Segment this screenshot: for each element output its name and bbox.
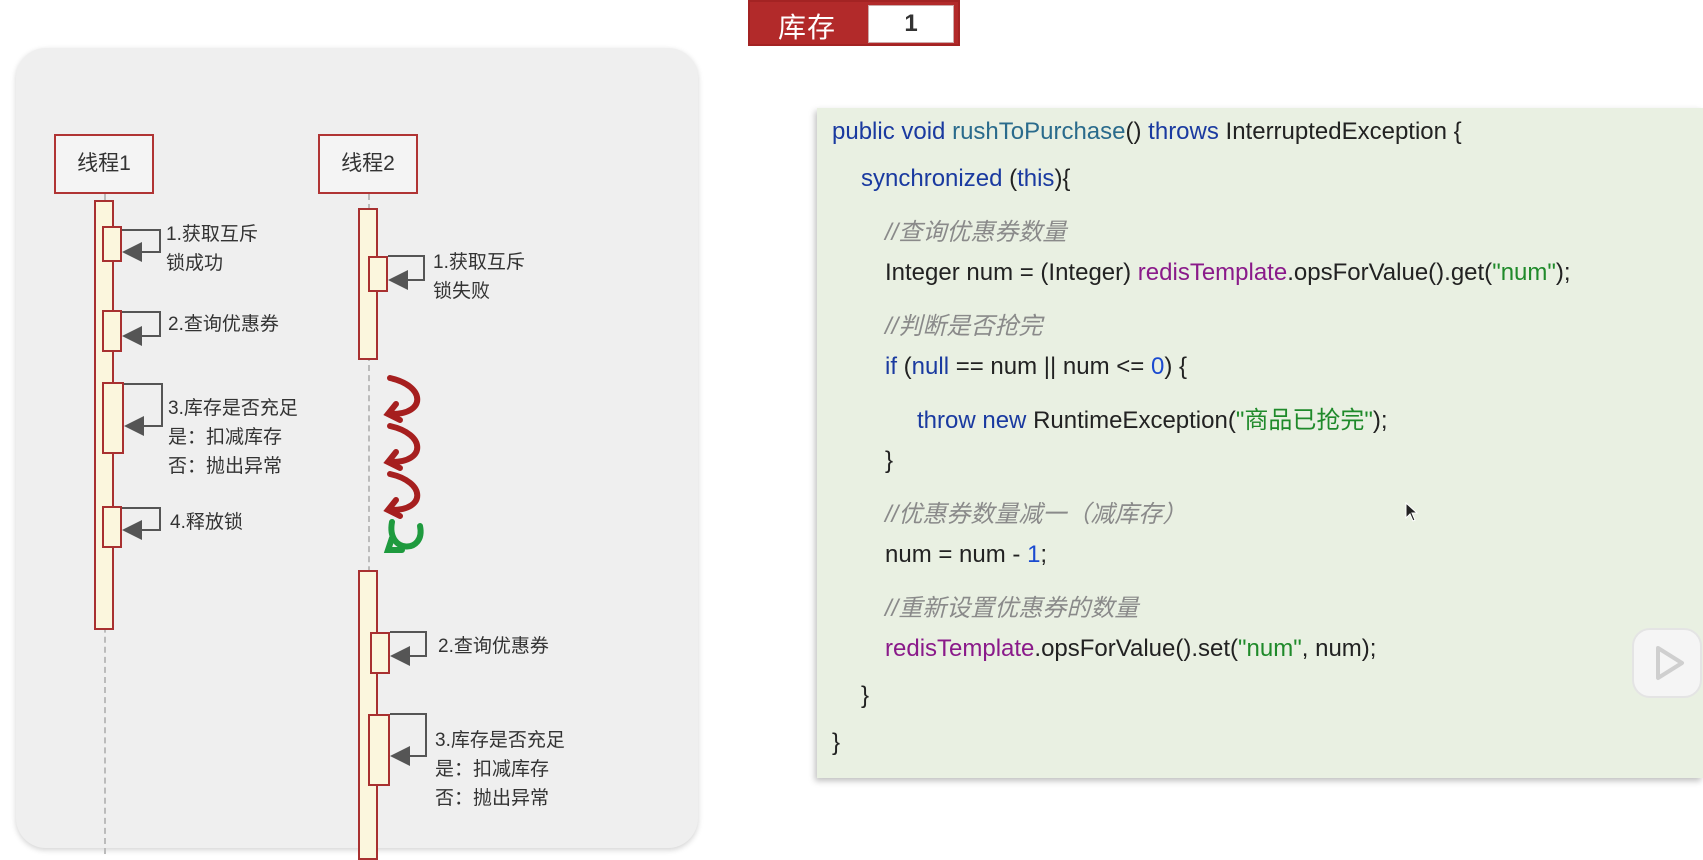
code-token: RuntimeException(: [1033, 407, 1236, 434]
code-line: //判断是否抢完: [885, 306, 1042, 341]
code-token: "num": [1238, 635, 1302, 662]
code-token: //重新设置优惠券的数量: [885, 595, 1139, 622]
code-token: );: [1372, 407, 1388, 434]
code-token: (: [1009, 165, 1018, 192]
code-token: (: [903, 353, 912, 380]
code-token: }: [861, 682, 870, 709]
code-token: ) {: [1164, 353, 1187, 380]
code-token: ;: [1040, 541, 1048, 568]
code-line: //优惠券数量减一（减库存）: [885, 494, 1186, 529]
thread2-step2-label: 2.查询优惠券: [438, 636, 549, 657]
code-token: InterruptedException {: [1225, 118, 1462, 145]
retry-success-arrow: [388, 519, 424, 550]
thread1-step4-label: 4.释放锁: [170, 512, 243, 533]
code-token: this: [1017, 165, 1055, 192]
code-token: 0: [1150, 353, 1165, 380]
sequence-diagram-panel: 线程1 线程2 1.获取互斥 锁成功 2.查询优惠券 3.库存是否充足 是：扣减…: [16, 48, 698, 860]
code-line: }: [885, 447, 893, 475]
code-token: synchronized: [861, 165, 1010, 192]
code-line: public void rushToPurchase() throws Inte…: [832, 118, 1462, 146]
code-line: if (null == num || num <= 0) {: [885, 353, 1187, 381]
code-line: synchronized (this){: [861, 165, 1070, 193]
code-token: //优惠券数量减一（减库存）: [885, 501, 1187, 528]
code-token: 1: [1027, 541, 1041, 568]
code-token: );: [1555, 259, 1571, 286]
code-token: .opsForValue().set(: [1034, 635, 1239, 662]
thread2-step1-label: 1.获取互斥 锁失败: [433, 252, 525, 302]
code-line: throw new RuntimeException("商品已抢完");: [917, 400, 1388, 435]
code-panel: public void rushToPurchase() throws Inte…: [817, 108, 1703, 778]
code-token: .opsForValue().get(: [1287, 259, 1493, 286]
stock-value: 1: [868, 5, 954, 43]
code-token: null: [911, 353, 950, 380]
code-token: (): [1125, 118, 1149, 145]
code-token: throws: [1148, 118, 1226, 145]
code-token: //查询优惠券数量: [885, 219, 1067, 246]
thread1-step3-label: 3.库存是否充足 是：扣减库存 否：抛出异常: [168, 398, 298, 477]
code-token: redisTemplate: [885, 635, 1035, 662]
stock-label: 库存: [778, 12, 837, 43]
code-token: Integer num = (Integer): [885, 259, 1138, 286]
code-token: rushToPurchase: [952, 118, 1126, 145]
code-token: //判断是否抢完: [885, 313, 1043, 340]
mouse-cursor-icon: [1405, 502, 1419, 522]
code-token: }: [832, 729, 841, 756]
thread1-step1-label: 1.获取互斥 锁成功: [166, 224, 258, 274]
code-token: "num": [1492, 259, 1556, 286]
code-line: num = num - 1;: [885, 541, 1047, 569]
play-icon: [1656, 646, 1684, 680]
code-token: redisTemplate: [1137, 259, 1288, 286]
code-token: num = num -: [885, 541, 1028, 568]
code-line: //查询优惠券数量: [885, 212, 1066, 247]
code-token: if: [885, 353, 904, 380]
stock-badge: 库存 1: [748, 0, 960, 46]
code-token: , num);: [1301, 635, 1377, 662]
play-button[interactable]: [1632, 628, 1702, 698]
code-line: Integer num = (Integer) redisTemplate.op…: [885, 259, 1571, 287]
code-token: ){: [1054, 165, 1071, 192]
code-line: }: [861, 682, 869, 710]
code-token: public void: [832, 118, 953, 145]
self-call-arrows: [122, 229, 427, 766]
thread2-step3-label: 3.库存是否充足 是：扣减库存 否：抛出异常: [435, 730, 565, 809]
code-token: throw new: [917, 407, 1034, 434]
code-line: }: [832, 729, 840, 757]
thread1-step2-label: 2.查询优惠券: [168, 314, 279, 335]
code-token: "商品已抢完": [1235, 407, 1373, 434]
code-line: redisTemplate.opsForValue().set("num", n…: [885, 635, 1376, 663]
code-token: == num || num <=: [949, 353, 1151, 380]
code-line: //重新设置优惠券的数量: [885, 588, 1138, 623]
code-token: }: [885, 447, 894, 474]
